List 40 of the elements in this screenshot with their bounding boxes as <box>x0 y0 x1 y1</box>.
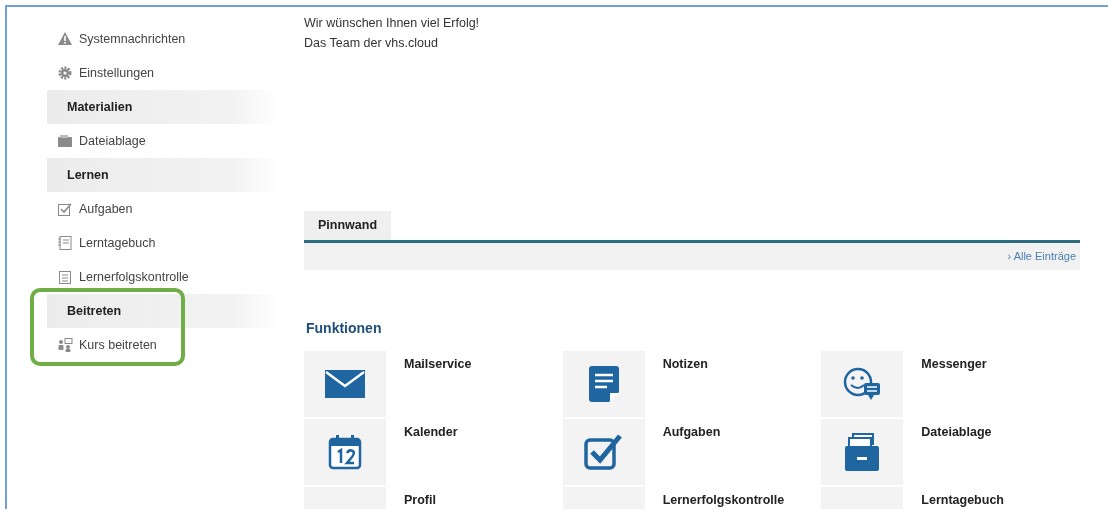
sidebar-item[interactable]: Dateiablage <box>47 124 279 158</box>
sidebar-item[interactable]: Aufgaben <box>47 192 279 226</box>
function-link[interactable]: Profil <box>404 486 436 509</box>
function-link[interactable]: Notizen <box>662 350 708 417</box>
sidebar-item[interactable]: Systemnachrichten <box>47 22 279 56</box>
sidebar-item[interactable]: Lernerfolgskontrolle <box>47 260 279 294</box>
icon-tile[interactable] <box>821 350 904 417</box>
notebook-icon <box>57 235 73 251</box>
function-link[interactable]: Kalender <box>404 418 458 485</box>
warning-icon <box>57 31 73 47</box>
people-icon <box>57 337 73 353</box>
function-link[interactable]: Dateiablage <box>921 418 992 485</box>
function-link[interactable]: Lerntagebuch <box>921 486 1004 509</box>
smiley-chat-icon <box>842 365 883 402</box>
icon-tile[interactable] <box>562 418 645 485</box>
checkbox-icon <box>57 201 73 217</box>
function-link[interactable]: Mailservice <box>404 350 472 417</box>
message-text: Wir wünschen Ihnen viel Erfolg! <box>304 15 481 32</box>
section-title: Funktionen <box>306 318 383 338</box>
message-text: Das Team der vhs.cloud <box>304 35 439 52</box>
icon-tile[interactable] <box>562 350 645 417</box>
icon-tile[interactable] <box>821 418 904 485</box>
sidebar-item[interactable]: Einstellungen <box>47 56 279 90</box>
function-link[interactable]: Aufgaben <box>662 418 721 485</box>
sidebar-item[interactable]: Lerntagebuch <box>47 226 279 260</box>
folder-icon <box>57 133 73 149</box>
clipboard-icon <box>57 269 73 285</box>
calendar-icon <box>328 433 362 470</box>
envelope-icon <box>325 369 365 398</box>
icon-tile[interactable] <box>304 418 386 485</box>
pinboard-tab[interactable]: Pinnwand <box>304 211 392 240</box>
checkbox-icon <box>583 433 624 470</box>
gear-icon <box>57 65 73 81</box>
icon-tile[interactable] <box>304 350 386 417</box>
function-link[interactable]: Lernerfolgskontrolle <box>662 486 785 509</box>
function-link[interactable]: Messenger <box>921 350 987 417</box>
all-entries-link[interactable]: › Alle Einträge <box>1007 248 1076 265</box>
file-cabinet-icon <box>845 432 880 471</box>
note-icon <box>588 365 619 402</box>
sidebar-item[interactable]: Kurs beitreten <box>47 328 279 362</box>
